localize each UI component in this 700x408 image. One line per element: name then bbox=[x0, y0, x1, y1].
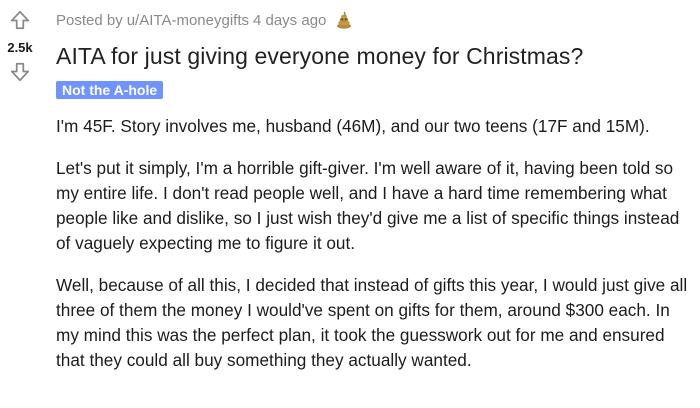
downvote-arrow-icon bbox=[10, 62, 30, 82]
award-icon[interactable] bbox=[334, 10, 354, 30]
post-paragraph: I'm 45F. Story involves me, husband (46M… bbox=[56, 116, 650, 136]
vote-score: 2.5k bbox=[7, 40, 33, 55]
post-paragraph: Well, because of all this, I decided tha… bbox=[56, 275, 688, 370]
upvote-arrow-icon bbox=[10, 10, 30, 30]
posted-by-label: Posted by bbox=[56, 11, 123, 29]
vote-column: 2.5k bbox=[0, 0, 40, 84]
author-link[interactable]: u/AITA-moneygifts bbox=[127, 12, 249, 29]
post-body: I'm 45F. Story involves me, husband (46M… bbox=[56, 114, 696, 373]
upvote-button[interactable] bbox=[8, 8, 32, 32]
post-title[interactable]: AITA for just giving everyone money for … bbox=[56, 41, 696, 71]
post-paragraph: Let's put it simply, I'm a horrible gift… bbox=[56, 158, 680, 253]
post-flair[interactable]: Not the A-hole bbox=[56, 81, 164, 99]
post-meta: Posted by u/AITA-moneygifts 4 days ago bbox=[56, 9, 696, 31]
downvote-button[interactable] bbox=[8, 60, 32, 84]
post-time[interactable]: 4 days ago bbox=[253, 12, 326, 29]
post: Posted by u/AITA-moneygifts 4 days ago A… bbox=[56, 0, 696, 390]
